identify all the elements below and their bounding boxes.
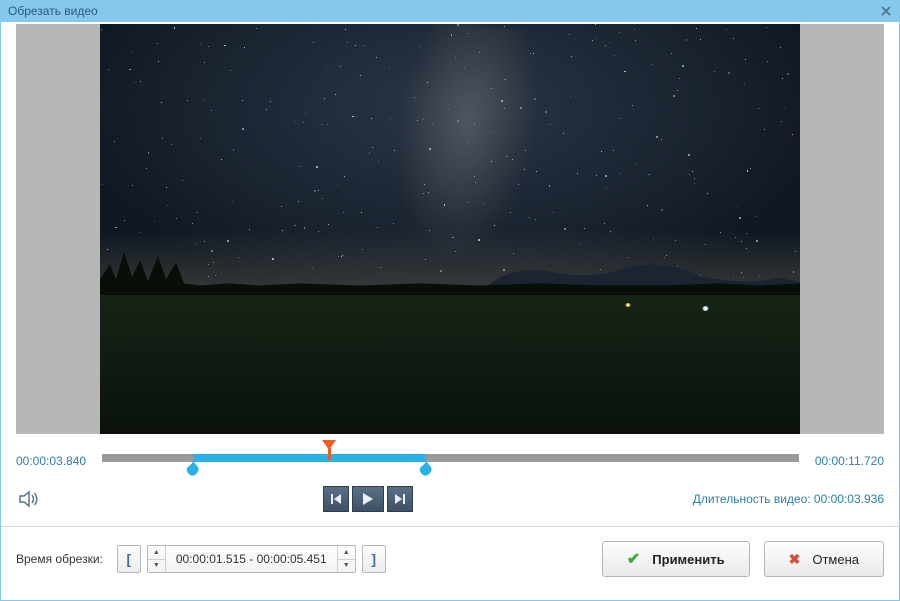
play-button[interactable] — [352, 486, 384, 512]
close-button[interactable] — [878, 3, 894, 19]
trim-handle-end[interactable] — [419, 455, 433, 477]
bottom-row: Время обрезки: [ ▲ ▼ 00:00:01.515 - 00:0… — [1, 527, 899, 591]
check-icon: ✔ — [627, 549, 640, 569]
cancel-label: Отмена — [812, 552, 859, 567]
prev-frame-button[interactable] — [323, 486, 349, 512]
apply-button[interactable]: ✔ Применить — [602, 541, 750, 577]
set-start-bracket-button[interactable]: [ — [117, 545, 141, 573]
trim-handle-start[interactable] — [186, 455, 200, 477]
window-title: Обрезать видео — [8, 4, 98, 18]
timecode-start: 00:00:03.840 — [16, 454, 86, 468]
end-down-button[interactable]: ▼ — [338, 560, 355, 573]
volume-button[interactable] — [16, 487, 44, 511]
duration-value: 00:00:03.936 — [814, 492, 884, 506]
next-frame-button[interactable] — [387, 486, 413, 512]
trim-range-box: ▲ ▼ 00:00:01.515 - 00:00:05.451 ▲ ▼ — [147, 545, 356, 573]
end-spinner: ▲ ▼ — [337, 546, 355, 572]
start-down-button[interactable]: ▼ — [148, 560, 165, 573]
x-icon: ✖ — [789, 551, 801, 568]
playback-controls — [44, 486, 693, 512]
timeline[interactable] — [102, 444, 799, 478]
start-up-button[interactable]: ▲ — [148, 546, 165, 560]
timecode-end: 00:00:11.720 — [815, 454, 884, 468]
trim-range-text[interactable]: 00:00:01.515 - 00:00:05.451 — [166, 546, 337, 572]
set-end-bracket-button[interactable]: ] — [362, 545, 386, 573]
speaker-icon — [19, 490, 41, 508]
titlebar: Обрезать видео — [0, 0, 900, 22]
end-up-button[interactable]: ▲ — [338, 546, 355, 560]
controls-row: Длительность видео: 00:00:03.936 — [1, 482, 899, 526]
video-preview[interactable] — [100, 24, 800, 434]
skip-back-icon — [330, 493, 342, 505]
close-icon — [881, 6, 891, 16]
trim-label: Время обрезки: — [16, 552, 103, 566]
skip-forward-icon — [394, 493, 406, 505]
video-duration: Длительность видео: 00:00:03.936 — [693, 492, 884, 506]
video-preview-container — [16, 24, 884, 434]
apply-label: Применить — [652, 552, 724, 567]
duration-label: Длительность видео: — [693, 492, 814, 506]
cancel-button[interactable]: ✖ Отмена — [764, 541, 884, 577]
trim-range-group: [ ▲ ▼ 00:00:01.515 - 00:00:05.451 ▲ ▼ ] — [117, 545, 386, 573]
play-icon — [362, 492, 374, 506]
timeline-selection[interactable] — [193, 454, 426, 462]
timeline-row: 00:00:03.840 00:00:11.720 — [1, 434, 899, 482]
start-spinner: ▲ ▼ — [148, 546, 166, 572]
